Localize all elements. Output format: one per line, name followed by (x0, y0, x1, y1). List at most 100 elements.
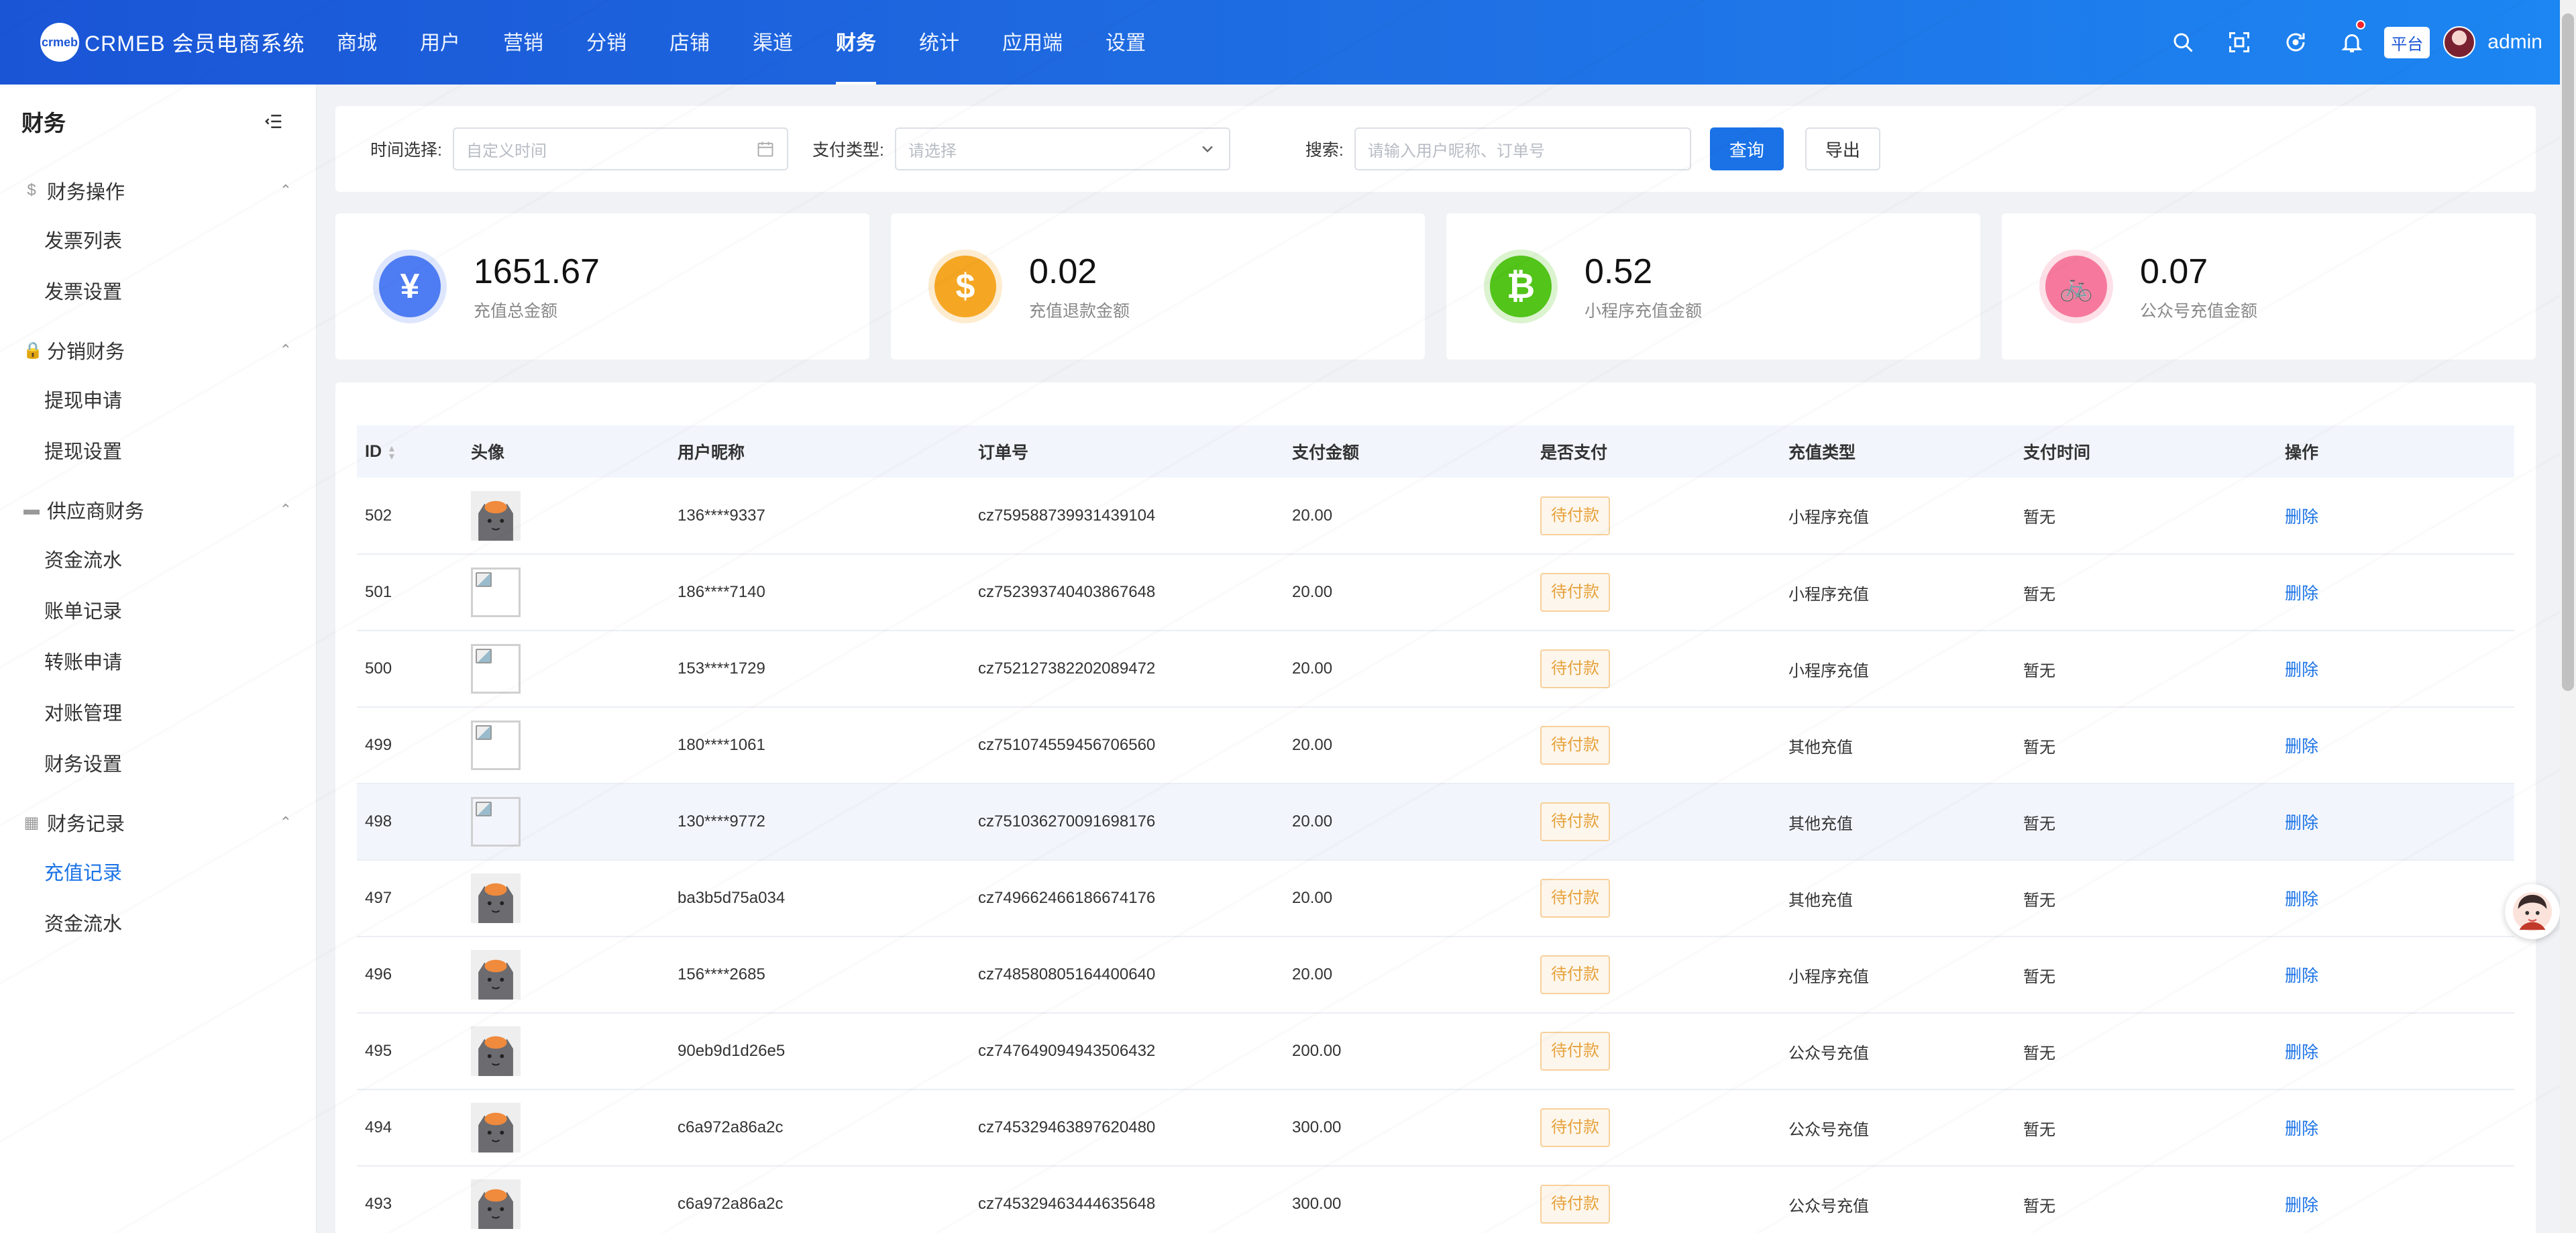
nav-item-3[interactable]: 分销 (565, 0, 648, 85)
row-amount-cell: 200.00 (1284, 1013, 1532, 1090)
row-pay-time: 暂无 (2023, 1197, 2055, 1216)
status-badge: 待付款 (1540, 649, 1610, 688)
search-icon[interactable] (2155, 0, 2211, 85)
sidebar-item[interactable]: 对账管理 (44, 688, 189, 739)
delete-link[interactable]: 删除 (2285, 1043, 2318, 1062)
row-nickname: c6a972a86a2c (678, 1195, 784, 1213)
table-row: 493 c6a972a86a2c cz745329463444635648 300.0… (357, 1166, 2514, 1233)
table-row: 494 c6a972a86a2c cz745329463897620480 300.0… (357, 1089, 2514, 1167)
nav-item-4[interactable]: 店铺 (648, 0, 731, 85)
stat-icon-ring: ₿ (1484, 250, 1558, 323)
collapse-menu-icon[interactable] (264, 111, 284, 131)
app-logo[interactable]: crmeb CRMEB 会员电商系统 (0, 23, 315, 62)
nav-item-5[interactable]: 渠道 (731, 0, 814, 85)
row-recharge-type-cell: 小程序充值 (1780, 936, 2015, 1014)
row-paid-status-cell: 待付款 (1532, 936, 1780, 1014)
stat-text: 1651.67 充值总金额 (474, 251, 600, 322)
nav-item-7[interactable]: 统计 (898, 0, 981, 85)
delete-link[interactable]: 删除 (2285, 508, 2318, 527)
stat-icon-ring: ¥ (373, 250, 447, 323)
sidebar-group-header[interactable]: $ 财务操作 ⌃ (0, 165, 316, 216)
export-button[interactable]: 导出 (1805, 127, 1880, 170)
table-row: 498 130****9772 cz751036270091698176 20.00 待… (357, 784, 2514, 861)
sidebar-item[interactable]: 发票设置 (44, 267, 189, 318)
nav-item-2[interactable]: 营销 (482, 0, 565, 85)
stat-label: 公众号充值金额 (2140, 302, 2258, 321)
stat-card: 🚲 0.07 公众号充值金额 (2002, 213, 2536, 360)
table-row: 497 ba3b5d75a034 cz749662466186674176 20.00… (357, 860, 2514, 937)
nav-item-9[interactable]: 设置 (1084, 0, 1167, 85)
row-pay-time-cell: 暂无 (2015, 1089, 2277, 1167)
scrollbar-thumb[interactable] (2562, 13, 2574, 691)
delete-link[interactable]: 删除 (2285, 967, 2318, 985)
query-button[interactable]: 查询 (1709, 127, 1784, 170)
sidebar-item[interactable]: 充值记录 (44, 848, 189, 899)
bell-icon[interactable] (2324, 0, 2380, 85)
row-pay-time: 暂无 (2023, 1120, 2055, 1139)
row-pay-time-cell: 暂无 (2015, 631, 2277, 708)
sidebar-item[interactable]: 财务设置 (44, 739, 189, 790)
column-header-label: 订单号 (978, 443, 1029, 462)
delete-link[interactable]: 删除 (2285, 1196, 2318, 1215)
date-range-picker[interactable]: 自定义时间 (452, 127, 788, 170)
row-amount: 20.00 (1292, 659, 1333, 678)
delete-link[interactable]: 删除 (2285, 814, 2318, 833)
row-order-no-cell: cz747649094943506432 (970, 1013, 1284, 1090)
table-row: 501 186****7140 cz752393740403867648 20.00 待… (357, 554, 2514, 631)
sidebar-item[interactable]: 提现申请 (44, 376, 189, 427)
column-header[interactable]: ID ▲ ▼ (357, 425, 463, 478)
fullscreen-icon[interactable] (2211, 0, 2267, 85)
sidebar-group: ▦ 财务记录 ⌃ 充值记录 资金流水 (0, 797, 316, 950)
sidebar-group-header[interactable]: ▦ 财务记录 ⌃ (0, 797, 316, 848)
avatar-image (471, 1179, 521, 1229)
chevron-down-icon (1202, 146, 1213, 153)
row-recharge-type: 公众号充值 (1788, 1120, 1869, 1139)
search-placeholder: 请输入用户昵称、订单号 (1367, 142, 1545, 160)
delete-link[interactable]: 删除 (2285, 1120, 2318, 1138)
row-amount-cell: 20.00 (1284, 936, 1532, 1014)
sidebar-item[interactable]: 发票列表 (44, 216, 189, 267)
search-input[interactable]: 请输入用户昵称、订单号 (1354, 127, 1691, 170)
status-badge: 待付款 (1540, 1108, 1610, 1147)
nav-item-0[interactable]: 商城 (315, 0, 398, 85)
sidebar-group-items: 提现申请 提现设置 (0, 376, 316, 478)
sidebar-item[interactable]: 提现设置 (44, 427, 189, 478)
customer-service-avatar-icon[interactable] (2505, 884, 2560, 939)
row-recharge-type: 小程序充值 (1788, 585, 1869, 604)
stat-value: 0.52 (1585, 252, 1653, 291)
row-id-cell: 497 (357, 860, 463, 937)
sidebar-item[interactable]: 资金流水 (44, 899, 189, 950)
refresh-icon[interactable] (2267, 0, 2324, 85)
stat-text: 0.02 充值退款金额 (1029, 251, 1130, 322)
column-header-label: 充值类型 (1788, 443, 1856, 462)
sidebar-group-items: 发票列表 发票设置 (0, 216, 316, 318)
row-amount-cell: 20.00 (1284, 478, 1532, 555)
row-pay-time: 暂无 (2023, 814, 2055, 833)
row-recharge-type-cell: 公众号充值 (1780, 1166, 2015, 1233)
delete-link[interactable]: 删除 (2285, 737, 2318, 756)
nav-item-6[interactable]: 财务 (814, 0, 898, 85)
row-paid-status-cell: 待付款 (1532, 1013, 1780, 1090)
nav-item-1[interactable]: 用户 (398, 0, 482, 85)
sort-icon[interactable]: ▲ ▼ (387, 443, 396, 461)
column-header: 头像 (463, 425, 669, 478)
platform-badge[interactable]: 平台 (2384, 26, 2430, 58)
delete-link[interactable]: 删除 (2285, 584, 2318, 603)
sidebar-item[interactable]: 转账申请 (44, 637, 189, 688)
row-recharge-type: 小程序充值 (1788, 508, 1869, 527)
user-name[interactable]: admin (2487, 31, 2542, 54)
delete-link[interactable]: 删除 (2285, 890, 2318, 909)
pay-type-select[interactable]: 请选择 (894, 127, 1230, 170)
delete-link[interactable]: 删除 (2285, 661, 2318, 680)
sidebar-group-header[interactable]: ▬ 供应商财务 ⌃ (0, 484, 316, 535)
dollar-icon: $ (934, 256, 996, 317)
column-header-label: 支付时间 (2023, 443, 2091, 462)
row-avatar-cell (463, 860, 669, 937)
sidebar-item[interactable]: 资金流水 (44, 535, 189, 586)
sidebar-group-header[interactable]: 🔒 分销财务 ⌃ (0, 325, 316, 376)
user-avatar[interactable] (2443, 26, 2476, 58)
row-id-cell: 496 (357, 936, 463, 1014)
sidebar-item[interactable]: 账单记录 (44, 586, 189, 637)
nav-item-8[interactable]: 应用端 (981, 0, 1084, 85)
row-nickname: 136****9337 (678, 506, 765, 525)
